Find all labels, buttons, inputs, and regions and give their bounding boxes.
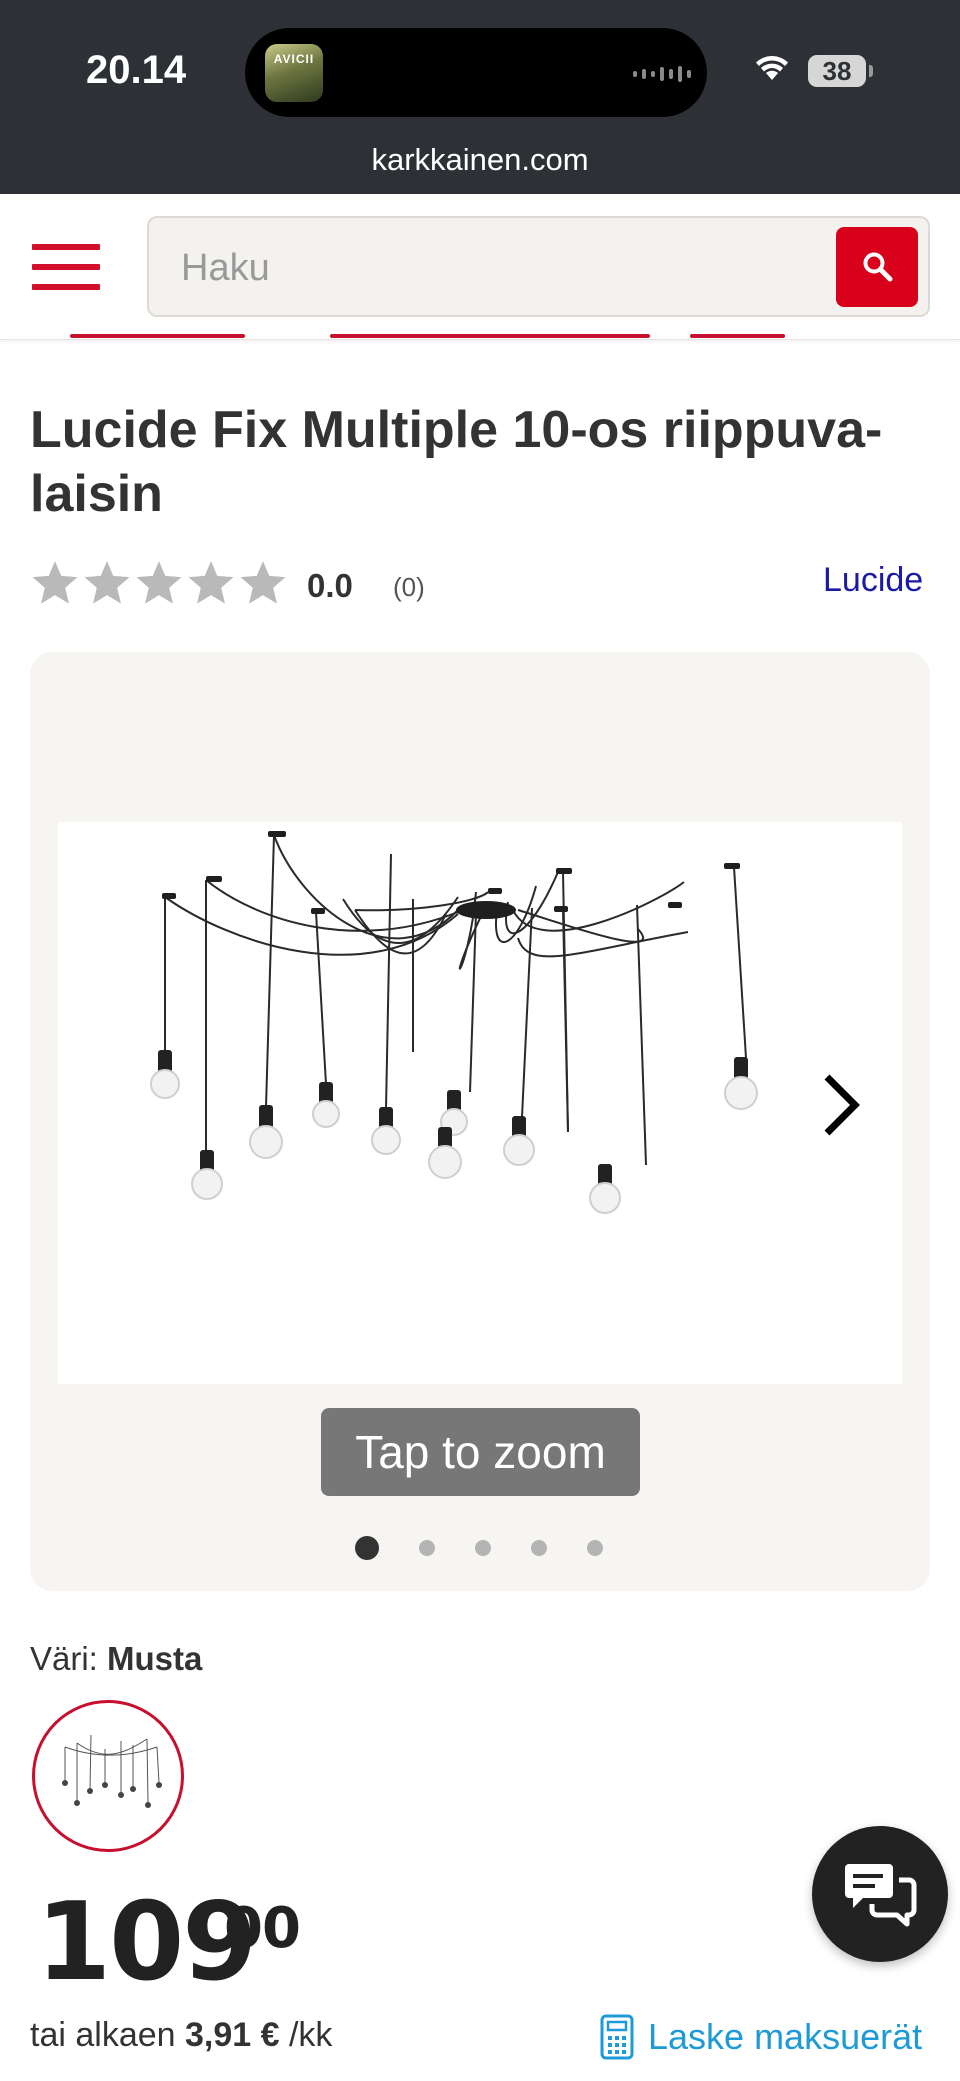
search-icon (863, 252, 893, 282)
calculator-icon (600, 2014, 634, 2060)
carousel-dot[interactable] (587, 1540, 603, 1556)
star-icon (188, 561, 234, 604)
rating-value: 0.0 (307, 567, 353, 604)
carousel-dot[interactable] (475, 1540, 491, 1556)
variant-label: Väri: Musta (30, 1640, 203, 1677)
brand-link[interactable]: Lucide (823, 561, 923, 600)
wifi-icon (756, 56, 788, 80)
variant-value: Musta (107, 1640, 203, 1677)
tap-to-zoom-button[interactable]: Tap to zoom (321, 1408, 640, 1496)
product-image[interactable] (58, 822, 902, 1384)
search-button[interactable] (836, 227, 918, 307)
star-icon (240, 561, 286, 604)
price: 109 00 (36, 1888, 301, 1998)
breadcrumb (30, 330, 930, 342)
calculator-label: Laske maksuerät (648, 2016, 923, 2057)
status-bar: 20.14 AVICII 38 karkkainen.com (0, 0, 960, 194)
carousel-dot[interactable] (419, 1540, 435, 1556)
clock: 20.14 (86, 48, 187, 92)
swatch-thumbnail (62, 1734, 162, 1808)
chat-button[interactable] (812, 1826, 948, 1962)
star-icon (32, 561, 78, 604)
product-title: Lucide Fix Multiple 10-os riippuva-laisi… (30, 401, 883, 523)
chat-icon (845, 1864, 917, 1927)
search-box (147, 216, 930, 317)
rating-count[interactable]: (0) (393, 572, 425, 603)
price-decimals: 00 (224, 1896, 301, 1961)
carousel-dot[interactable] (531, 1540, 547, 1556)
dynamic-island[interactable]: AVICII (245, 28, 707, 117)
color-swatch-black[interactable] (32, 1700, 184, 1852)
chevron-right-icon[interactable] (813, 1065, 873, 1145)
rating-stars[interactable] (30, 558, 288, 608)
star-icon (84, 561, 130, 604)
star-icon (136, 561, 182, 604)
address-bar-url[interactable]: karkkainen.com (0, 142, 960, 178)
installment-amount: 3,91 € (185, 2016, 280, 2054)
product-gallery: Tap to zoom (30, 652, 930, 1591)
search-input[interactable] (181, 246, 781, 290)
pendant-lamp-image (150, 831, 758, 1214)
carousel-dot[interactable] (355, 1536, 379, 1560)
carousel-dots (355, 1536, 643, 1560)
audio-waveform-icon (633, 66, 691, 82)
menu-icon[interactable] (32, 244, 100, 290)
battery-icon: 38 (808, 55, 866, 87)
installment-info: tai alkaen 3,91 € /kk (30, 2016, 333, 2054)
album-art-icon: AVICII (265, 44, 323, 102)
site-header (0, 194, 960, 340)
price-integer: 109 (36, 1880, 257, 2005)
installment-calculator-link[interactable]: Laske maksuerät (600, 2014, 922, 2060)
battery-tip (869, 65, 873, 77)
